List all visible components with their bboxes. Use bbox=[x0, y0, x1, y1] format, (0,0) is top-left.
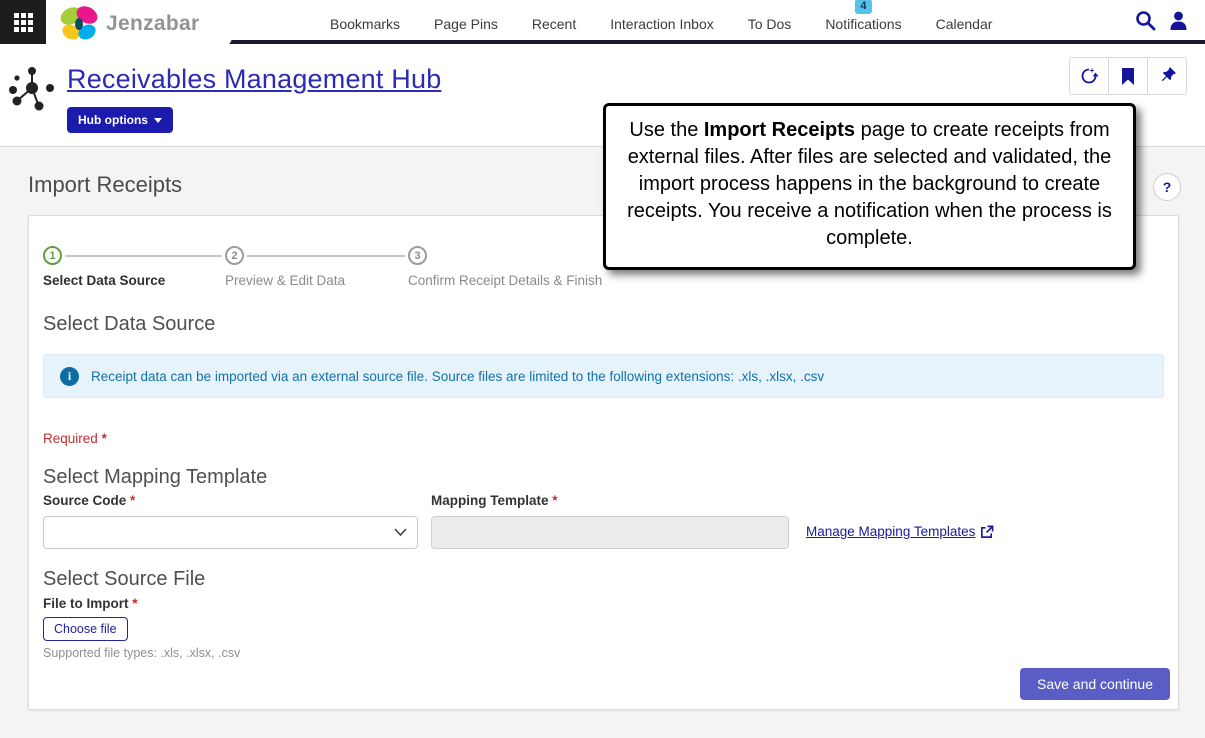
tooltip-text-bold: Import Receipts bbox=[704, 119, 855, 141]
nav-notifications[interactable]: 4 Notifications bbox=[825, 16, 901, 32]
hub-molecule-icon bbox=[8, 64, 56, 114]
required-label: Required bbox=[43, 431, 98, 446]
source-code-select[interactable] bbox=[43, 516, 418, 549]
nav-menu: Bookmarks Page Pins Recent Interaction I… bbox=[330, 0, 992, 40]
required-asterisk: * bbox=[102, 431, 107, 446]
manage-mapping-templates-link[interactable]: Manage Mapping Templates bbox=[806, 524, 994, 539]
info-icon: i bbox=[60, 367, 79, 386]
svg-text:+: + bbox=[1090, 66, 1095, 75]
required-note: Required * bbox=[43, 431, 107, 446]
wizard-step-2-circle: 2 bbox=[225, 246, 244, 265]
choose-file-button[interactable]: Choose file bbox=[43, 617, 128, 641]
hub-options-button[interactable]: Hub options bbox=[67, 107, 173, 133]
wizard-step-3-circle: 3 bbox=[408, 246, 427, 265]
source-code-required-asterisk: * bbox=[130, 493, 135, 508]
notification-count-badge: 4 bbox=[855, 0, 871, 14]
pushpin-icon bbox=[1157, 66, 1177, 86]
wizard-step-1-label: Select Data Source bbox=[43, 273, 165, 288]
wizard-step-2-label: Preview & Edit Data bbox=[225, 273, 345, 288]
mapping-template-label-text: Mapping Template bbox=[431, 493, 549, 508]
supported-file-types-note: Supported file types: .xls, .xlsx, .csv bbox=[43, 646, 240, 660]
info-banner-text: Receipt data can be imported via an exte… bbox=[91, 369, 824, 384]
nav-calendar[interactable]: Calendar bbox=[936, 16, 993, 32]
help-button[interactable]: ? bbox=[1153, 173, 1181, 201]
app-grid-button[interactable] bbox=[0, 0, 46, 44]
pin-page-button[interactable] bbox=[1147, 57, 1187, 95]
manage-link-label: Manage Mapping Templates bbox=[806, 524, 975, 539]
mapping-template-required-asterisk: * bbox=[552, 493, 557, 508]
external-link-icon bbox=[980, 525, 994, 539]
search-icon[interactable] bbox=[1135, 10, 1156, 31]
refresh-plus-icon: + bbox=[1079, 66, 1099, 86]
user-icon[interactable] bbox=[1168, 10, 1189, 31]
source-code-label: Source Code * bbox=[43, 493, 135, 508]
file-to-import-label: File to Import * bbox=[43, 596, 138, 611]
info-banner: i Receipt data can be imported via an ex… bbox=[43, 354, 1164, 398]
select-source-file-heading: Select Source File bbox=[43, 568, 205, 591]
wizard-step-1-number: 1 bbox=[49, 250, 55, 262]
select-data-source-heading: Select Data Source bbox=[43, 313, 215, 336]
wizard-step-3-label: Confirm Receipt Details & Finish bbox=[408, 273, 602, 288]
nav-interaction-inbox[interactable]: Interaction Inbox bbox=[610, 16, 714, 32]
grid-icon bbox=[14, 13, 33, 32]
brand-name: Jenzabar bbox=[106, 12, 199, 36]
nav-page-pins[interactable]: Page Pins bbox=[434, 16, 498, 32]
hub-title-link[interactable]: Receivables Management Hub bbox=[67, 64, 441, 95]
nav-recent[interactable]: Recent bbox=[532, 16, 576, 32]
refresh-hub-button[interactable]: + bbox=[1069, 57, 1109, 95]
file-required-asterisk: * bbox=[132, 596, 137, 611]
mapping-template-label: Mapping Template * bbox=[431, 493, 558, 508]
save-and-continue-button[interactable]: Save and continue bbox=[1020, 668, 1170, 700]
hub-options-label: Hub options bbox=[78, 113, 148, 127]
mapping-template-input bbox=[431, 516, 789, 549]
import-receipts-card: 1 2 3 Select Data Source Preview & Edit … bbox=[28, 215, 1179, 710]
wizard-connector-1 bbox=[65, 255, 222, 257]
wizard-connector-2 bbox=[247, 255, 405, 257]
wizard-step-1-circle: 1 bbox=[43, 246, 62, 265]
source-code-label-text: Source Code bbox=[43, 493, 126, 508]
file-to-import-label-text: File to Import bbox=[43, 596, 129, 611]
bookmark-icon bbox=[1120, 67, 1136, 86]
caret-down-icon bbox=[154, 118, 162, 123]
nav-to-dos[interactable]: To Dos bbox=[748, 16, 792, 32]
top-nav: Jenzabar Bookmarks Page Pins Recent Inte… bbox=[0, 0, 1205, 44]
wizard-step-3-number: 3 bbox=[414, 250, 420, 262]
page-title: Import Receipts bbox=[28, 172, 182, 198]
question-icon: ? bbox=[1163, 179, 1172, 195]
wizard-step-2-number: 2 bbox=[231, 250, 237, 262]
nav-icon-group bbox=[1135, 0, 1189, 40]
butterfly-logo-icon bbox=[58, 5, 100, 43]
tooltip-text-pre: Use the bbox=[629, 119, 703, 141]
brand-logo[interactable]: Jenzabar bbox=[46, 0, 232, 47]
bookmark-page-button[interactable] bbox=[1108, 57, 1148, 95]
nav-bookmarks[interactable]: Bookmarks bbox=[330, 16, 400, 32]
hub-toolbar: + bbox=[1069, 57, 1187, 95]
import-receipts-tooltip: Use the Import Receipts page to create r… bbox=[603, 103, 1136, 270]
select-mapping-template-heading: Select Mapping Template bbox=[43, 466, 267, 489]
nav-notifications-label: Notifications bbox=[825, 16, 901, 32]
